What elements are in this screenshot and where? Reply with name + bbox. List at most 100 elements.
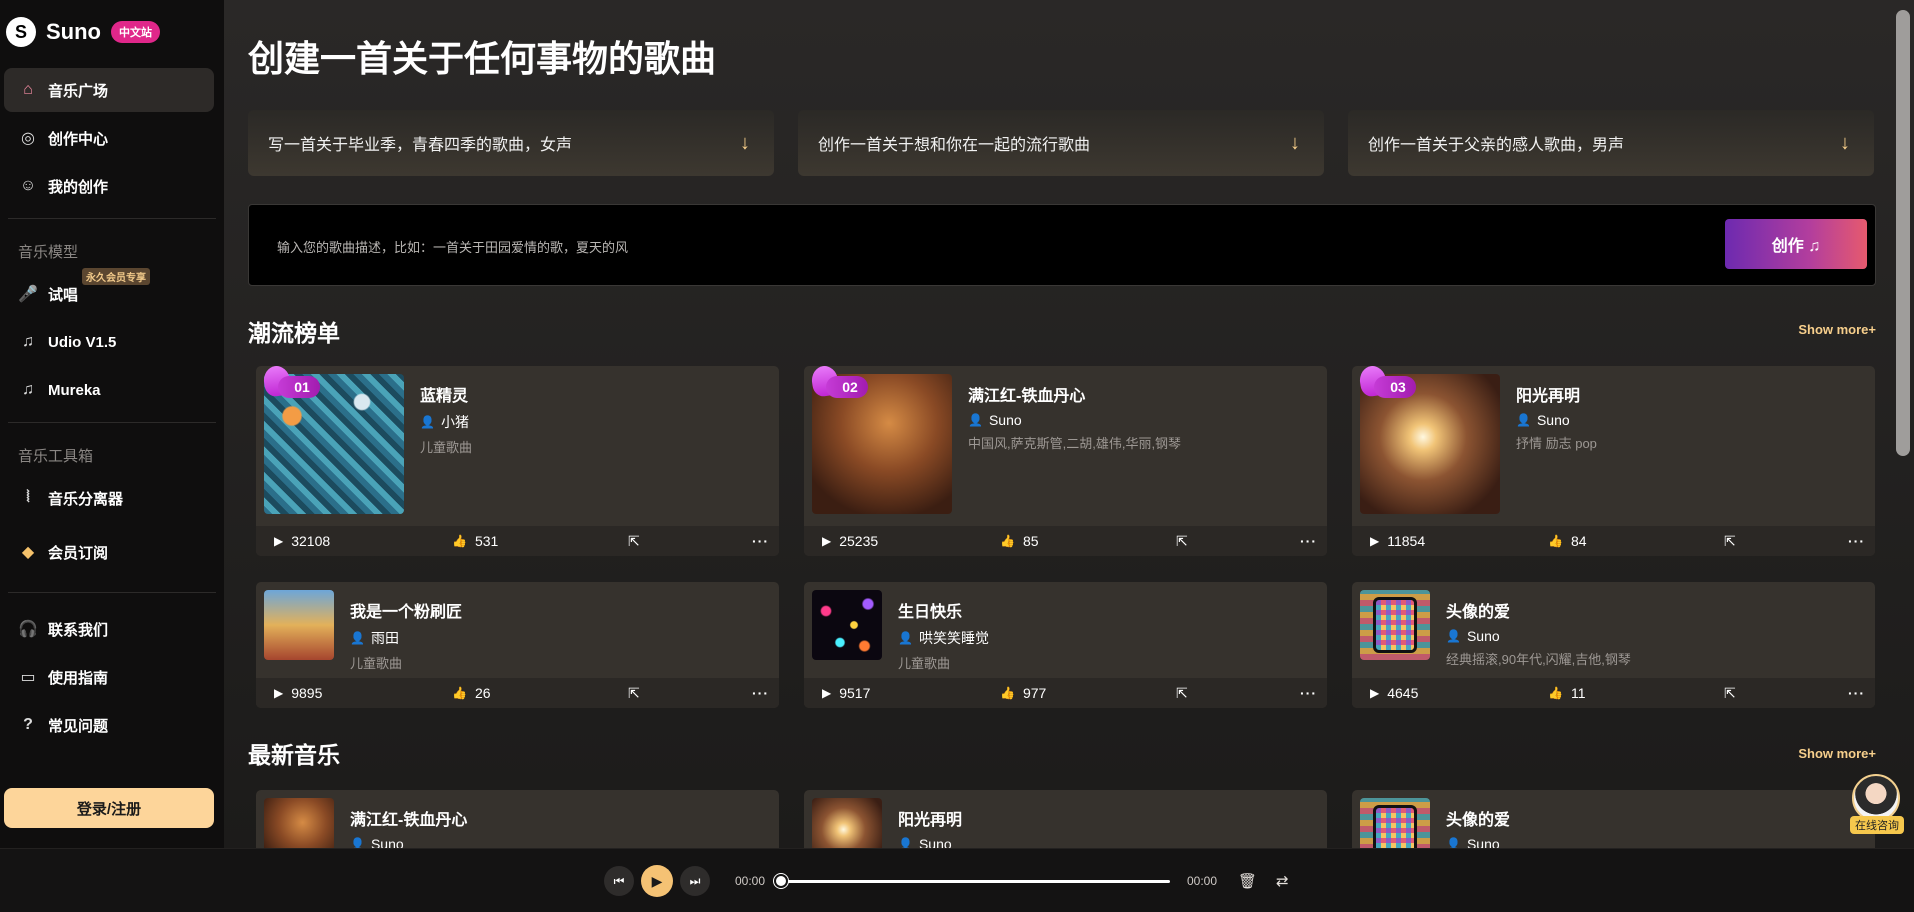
sidebar-item-contact[interactable]: 🎧 联系我们 [4,607,214,651]
sidebar-item-music-plaza[interactable]: ⌂ 音乐广场 [4,68,214,112]
trash-icon[interactable]: 🗑 [1238,872,1257,890]
song-title[interactable]: 满江红-铁血丹心 [350,806,467,830]
next-track-button[interactable]: ⏭ [680,866,710,896]
sidebar-item-subscription[interactable]: ◆ 会员订阅 [4,530,214,574]
latest-show-more-link[interactable]: Show more+ [1798,746,1876,761]
more-options-icon[interactable]: ··· [1300,685,1317,701]
progress-knob[interactable] [774,874,788,888]
song-title[interactable]: 头像的爱 [1446,806,1510,830]
login-button[interactable]: 登录/注册 [4,788,214,828]
song-cover[interactable] [812,590,882,660]
prompt-suggestion[interactable]: 创作一首关于父亲的感人歌曲，男声 ↓ [1348,110,1874,176]
page-scrollbar[interactable] [1896,10,1910,456]
person-icon: 👤 [1446,837,1461,848]
song-artist[interactable]: Suno [1537,412,1570,428]
share-icon[interactable]: ⇱ [628,685,640,702]
song-cover[interactable] [812,798,882,848]
song-artist[interactable]: Suno [1467,836,1500,848]
song-artist[interactable]: Suno [989,412,1022,428]
thumbs-up-icon[interactable]: 👍 [452,686,467,700]
song-card[interactable]: 头像的爱 👤 Suno 经典摇滚,90年代,闪耀,吉他,钢琴 ▶ 4645 👍 11 … [1352,582,1875,708]
trending-show-more-link[interactable]: Show more+ [1798,322,1876,337]
play-icon[interactable]: ▶ [274,686,283,700]
rank-number: 02 [826,376,868,398]
song-title[interactable]: 阳光再明 [1516,382,1597,406]
thumbs-up-icon[interactable]: 👍 [452,534,467,548]
song-card[interactable]: 01 蓝精灵 👤 小猪 儿童歌曲 ▶ 32108 👍 531 ⇱ ··· [256,366,779,556]
sidebar-item-label: Udio V1.5 [48,333,117,351]
song-card[interactable]: 头像的爱 👤 Suno [1352,790,1875,848]
more-options-icon[interactable]: ··· [1848,533,1865,549]
play-icon[interactable]: ▶ [822,686,831,700]
prompt-suggestion[interactable]: 创作一首关于想和你在一起的流行歌曲 ↓ [798,110,1324,176]
rank-number: 03 [1374,376,1416,398]
consultant-avatar [1852,774,1900,822]
song-title[interactable]: 蓝精灵 [420,382,472,406]
play-count: 4645 [1387,685,1419,701]
sidebar-item-guide[interactable]: ▭ 使用指南 [4,655,214,699]
song-artist[interactable]: 哄笑笑睡觉 [919,628,989,648]
audio-player: ⏮ ▶ ⏭ 00:00 00:00 🗑 ⇄ [0,848,1914,912]
song-cover[interactable] [1360,798,1430,848]
song-card[interactable]: 我是一个粉刷匠 👤 雨田 儿童歌曲 ▶ 9895 👍 26 ⇱ ··· [256,582,779,708]
divider [8,422,216,423]
share-icon[interactable]: ⇱ [1176,533,1188,550]
share-icon[interactable]: ⇱ [1176,685,1188,702]
progress-track[interactable] [780,880,1170,883]
sidebar-item-create-center[interactable]: ◎ 创作中心 [4,116,214,160]
thumbs-up-icon[interactable]: 👍 [1000,534,1015,548]
prompt-suggestion[interactable]: 写一首关于毕业季，青春四季的歌曲，女声 ↓ [248,110,774,176]
song-artist[interactable]: Suno [1467,628,1500,644]
song-card[interactable]: 生日快乐 👤 哄笑笑睡觉 儿童歌曲 ▶ 9517 👍 977 ⇱ ··· [804,582,1327,708]
sidebar-item-faq[interactable]: ? 常见问题 [4,703,214,747]
sidebar-item-trial-sing[interactable]: 永久会员专享 🎤 试唱 [4,268,214,316]
song-title[interactable]: 生日快乐 [898,598,989,622]
song-card[interactable]: 阳光再明 👤 Suno [804,790,1327,848]
sidebar-item-my-creations[interactable]: ☺ 我的创作 [4,164,214,208]
previous-track-button[interactable]: ⏮ [604,866,634,896]
song-description-input[interactable]: 输入您的歌曲描述，比如：一首关于田园爱情的歌，夏天的风 创作 ♫ [248,204,1876,286]
song-title[interactable]: 我是一个粉刷匠 [350,598,462,622]
song-card[interactable]: 02 满江红-铁血丹心 👤 Suno 中国风,萨克斯管,二胡,雄伟,华丽,钢琴 ▶… [804,366,1327,556]
song-card[interactable]: 03 阳光再明 👤 Suno 抒情 励志 pop ▶ 11854 👍 84 ⇱ ··· [1352,366,1875,556]
more-options-icon[interactable]: ··· [752,533,769,549]
online-consult-widget[interactable]: 在线咨询 [1850,774,1904,838]
more-options-icon[interactable]: ··· [752,685,769,701]
song-cover[interactable] [264,798,334,848]
sidebar-item-label: 会员订阅 [48,544,109,562]
brand[interactable]: S Suno 中文站 [0,0,224,64]
play-icon[interactable]: ▶ [1370,686,1379,700]
song-cover[interactable] [1360,590,1430,660]
play-icon[interactable]: ▶ [274,534,283,548]
person-icon: 👤 [1446,629,1461,643]
song-artist[interactable]: Suno [371,836,404,848]
thumbs-up-icon[interactable]: 👍 [1000,686,1015,700]
song-tags: 经典摇滚,90年代,闪耀,吉他,钢琴 [1446,652,1631,667]
song-title[interactable]: 阳光再明 [898,806,962,830]
thumbs-up-icon[interactable]: 👍 [1548,686,1563,700]
play-button[interactable]: ▶ [641,865,673,897]
share-icon[interactable]: ⇱ [628,533,640,550]
share-icon[interactable]: ⇱ [1724,685,1736,702]
more-options-icon[interactable]: ··· [1300,533,1317,549]
song-card[interactable]: 满江红-铁血丹心 👤 Suno [256,790,779,848]
sidebar-item-mureka[interactable]: ♫ Mureka [4,368,214,412]
song-title[interactable]: 头像的爱 [1446,598,1631,622]
share-icon[interactable]: ⇱ [1724,533,1736,550]
thumbs-up-icon[interactable]: 👍 [1548,534,1563,548]
song-cover[interactable] [264,590,334,660]
sidebar-item-separator[interactable]: ⦚ 音乐分离器 [4,476,214,520]
play-icon[interactable]: ▶ [822,534,831,548]
more-options-icon[interactable]: ··· [1848,685,1865,701]
repeat-icon[interactable]: ⇄ [1276,872,1289,890]
sidebar-item-udio[interactable]: ♫ Udio V1.5 [4,320,214,364]
play-icon[interactable]: ▶ [1370,534,1379,548]
create-button[interactable]: 创作 ♫ [1725,219,1867,269]
person-icon: 👤 [898,631,913,645]
latest-title: 最新音乐 [248,742,340,768]
song-artist[interactable]: 雨田 [371,628,399,648]
song-artist[interactable]: Suno [919,836,952,848]
song-title[interactable]: 满江红-铁血丹心 [968,382,1181,406]
song-tags: 儿童歌曲 [420,440,473,455]
song-artist[interactable]: 小猪 [441,412,469,432]
